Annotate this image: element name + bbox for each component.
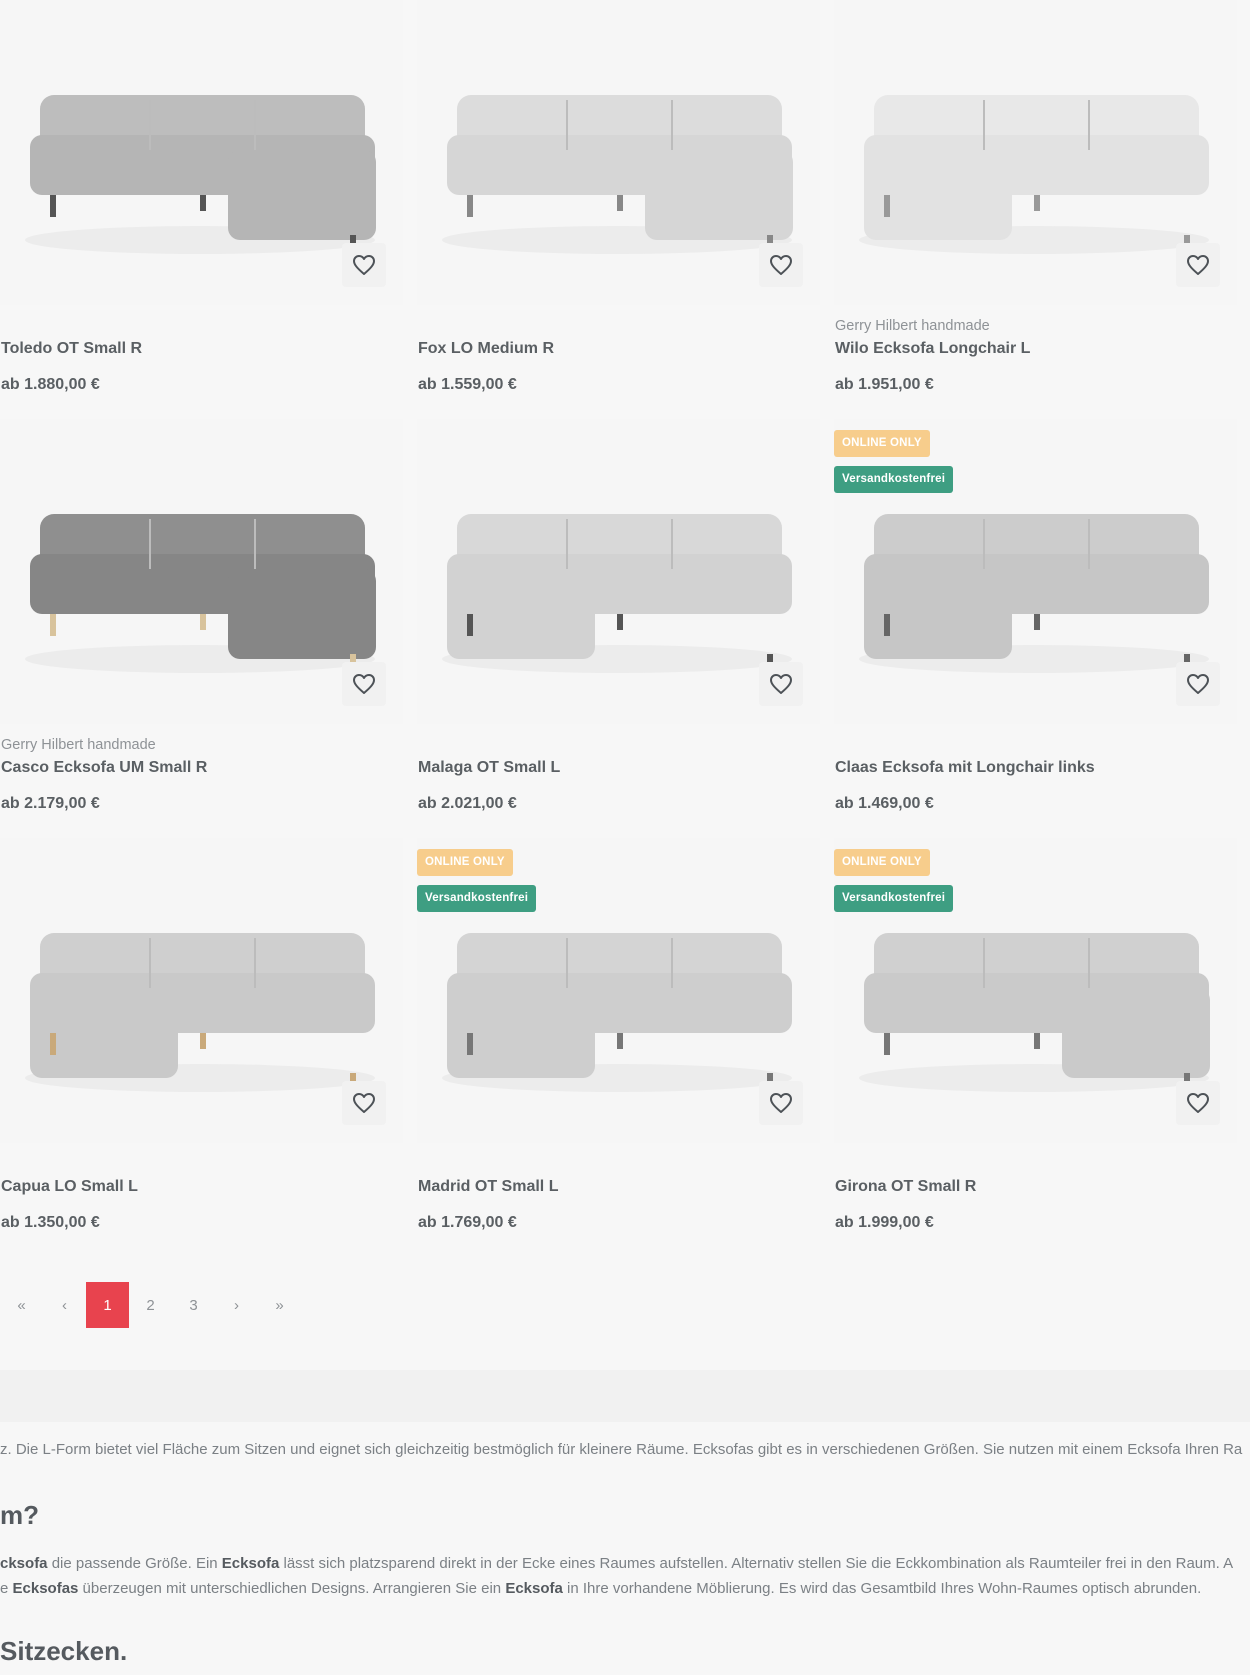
product-name[interactable]: Madrid OT Small L [418, 1178, 558, 1196]
seo-text-span: lässt sich platzsparend direkt in der Ec… [279, 1555, 1234, 1572]
product-name[interactable]: Malaga OT Small L [418, 759, 560, 777]
product-name[interactable]: Claas Ecksofa mit Longchair links [835, 759, 1095, 777]
online-only-badge: ONLINE ONLY [417, 849, 513, 876]
seo-text-span: überzeugen mit unterschiedlichen Designs… [78, 1580, 506, 1597]
product-price: ab 1.559,00 € [418, 376, 517, 393]
free-shipping-badge: Versandkostenfrei [834, 885, 954, 912]
product-name[interactable]: Toledo OT Small R [1, 340, 142, 358]
seo-header-band [0, 1370, 1250, 1422]
product-name[interactable]: Casco Ecksofa UM Small R [1, 759, 207, 777]
product-price: ab 1.999,00 € [835, 1214, 934, 1231]
product-card[interactable]: ONLINE ONLY Versandkostenfrei Claas Ecksof… [834, 419, 1237, 838]
heart-icon[interactable] [342, 1081, 386, 1125]
free-shipping-badge: Versandkostenfrei [834, 466, 954, 493]
seo-paragraph-3: e Ecksofas überzeugen mit unterschiedlic… [0, 1580, 1201, 1597]
product-brand: Gerry Hilbert handmade [1, 737, 156, 753]
pagination-next[interactable]: › [215, 1282, 258, 1328]
product-card[interactable]: Toledo OT Small R ab 1.880,00 € [0, 0, 403, 419]
heart-icon[interactable] [342, 662, 386, 706]
seo-text-span: die passende Größe. Ein [47, 1555, 222, 1572]
heart-icon[interactable] [759, 662, 803, 706]
product-price: ab 2.179,00 € [1, 795, 100, 812]
pagination: « ‹ 1 2 3 › » [0, 1282, 301, 1328]
product-price: ab 2.021,00 € [418, 795, 517, 812]
online-only-badge: ONLINE ONLY [834, 849, 930, 876]
heart-icon[interactable] [759, 1081, 803, 1125]
product-price: ab 1.769,00 € [418, 1214, 517, 1231]
product-card[interactable]: ONLINE ONLY Versandkostenfrei Madrid OT Sm… [417, 838, 820, 1257]
pagination-last[interactable]: » [258, 1282, 301, 1328]
free-shipping-badge: Versandkostenfrei [417, 885, 537, 912]
heart-icon[interactable] [1176, 1081, 1220, 1125]
seo-text-span: in Ihre vorhandene Möblierung. Es wird d… [562, 1580, 1202, 1597]
product-price: ab 1.951,00 € [835, 376, 934, 393]
pagination-prev[interactable]: ‹ [43, 1282, 86, 1328]
product-card[interactable]: Capua LO Small L ab 1.350,00 € [0, 838, 403, 1257]
pagination-page-2[interactable]: 2 [129, 1282, 172, 1328]
seo-heading-1: m? [0, 1500, 39, 1530]
online-only-badge: ONLINE ONLY [834, 430, 930, 457]
pagination-first[interactable]: « [0, 1282, 43, 1328]
product-price: ab 1.469,00 € [835, 795, 934, 812]
product-name[interactable]: Capua LO Small L [1, 1178, 138, 1196]
product-card[interactable]: ONLINE ONLY Versandkostenfrei Girona OT Sm… [834, 838, 1237, 1257]
product-card[interactable]: Gerry Hilbert handmade Casco Ecksofa UM S… [0, 419, 403, 838]
product-price: ab 1.350,00 € [1, 1214, 100, 1231]
seo-keyword: Ecksofa [221, 1555, 280, 1572]
product-price: ab 1.880,00 € [1, 376, 100, 393]
product-brand: Gerry Hilbert handmade [835, 318, 990, 334]
heart-icon[interactable] [342, 243, 386, 287]
heart-icon[interactable] [1176, 662, 1220, 706]
seo-paragraph-1: z. Die L-Form bietet viel Fläche zum Sit… [0, 1441, 1243, 1458]
seo-text-span: e [0, 1580, 13, 1597]
heart-icon[interactable] [1176, 243, 1220, 287]
pagination-page-3[interactable]: 3 [172, 1282, 215, 1328]
pagination-page-1[interactable]: 1 [86, 1282, 129, 1328]
seo-keyword: Ecksofas [12, 1580, 79, 1597]
seo-keyword: Ecksofa [505, 1580, 563, 1597]
seo-paragraph-2: cksofa die passende Größe. Ein Ecksofa l… [0, 1555, 1233, 1572]
seo-heading-2: Sitzecken. [0, 1636, 128, 1666]
seo-keyword: cksofa [0, 1555, 48, 1572]
product-card[interactable]: Fox LO Medium R ab 1.559,00 € [417, 0, 820, 419]
product-name[interactable]: Fox LO Medium R [418, 340, 554, 358]
product-name[interactable]: Wilo Ecksofa Longchair L [835, 340, 1030, 358]
product-name[interactable]: Girona OT Small R [835, 1178, 976, 1196]
product-card[interactable]: Gerry Hilbert handmade Wilo Ecksofa Longc… [834, 0, 1237, 419]
product-card[interactable]: Malaga OT Small L ab 2.021,00 € [417, 419, 820, 838]
heart-icon[interactable] [759, 243, 803, 287]
